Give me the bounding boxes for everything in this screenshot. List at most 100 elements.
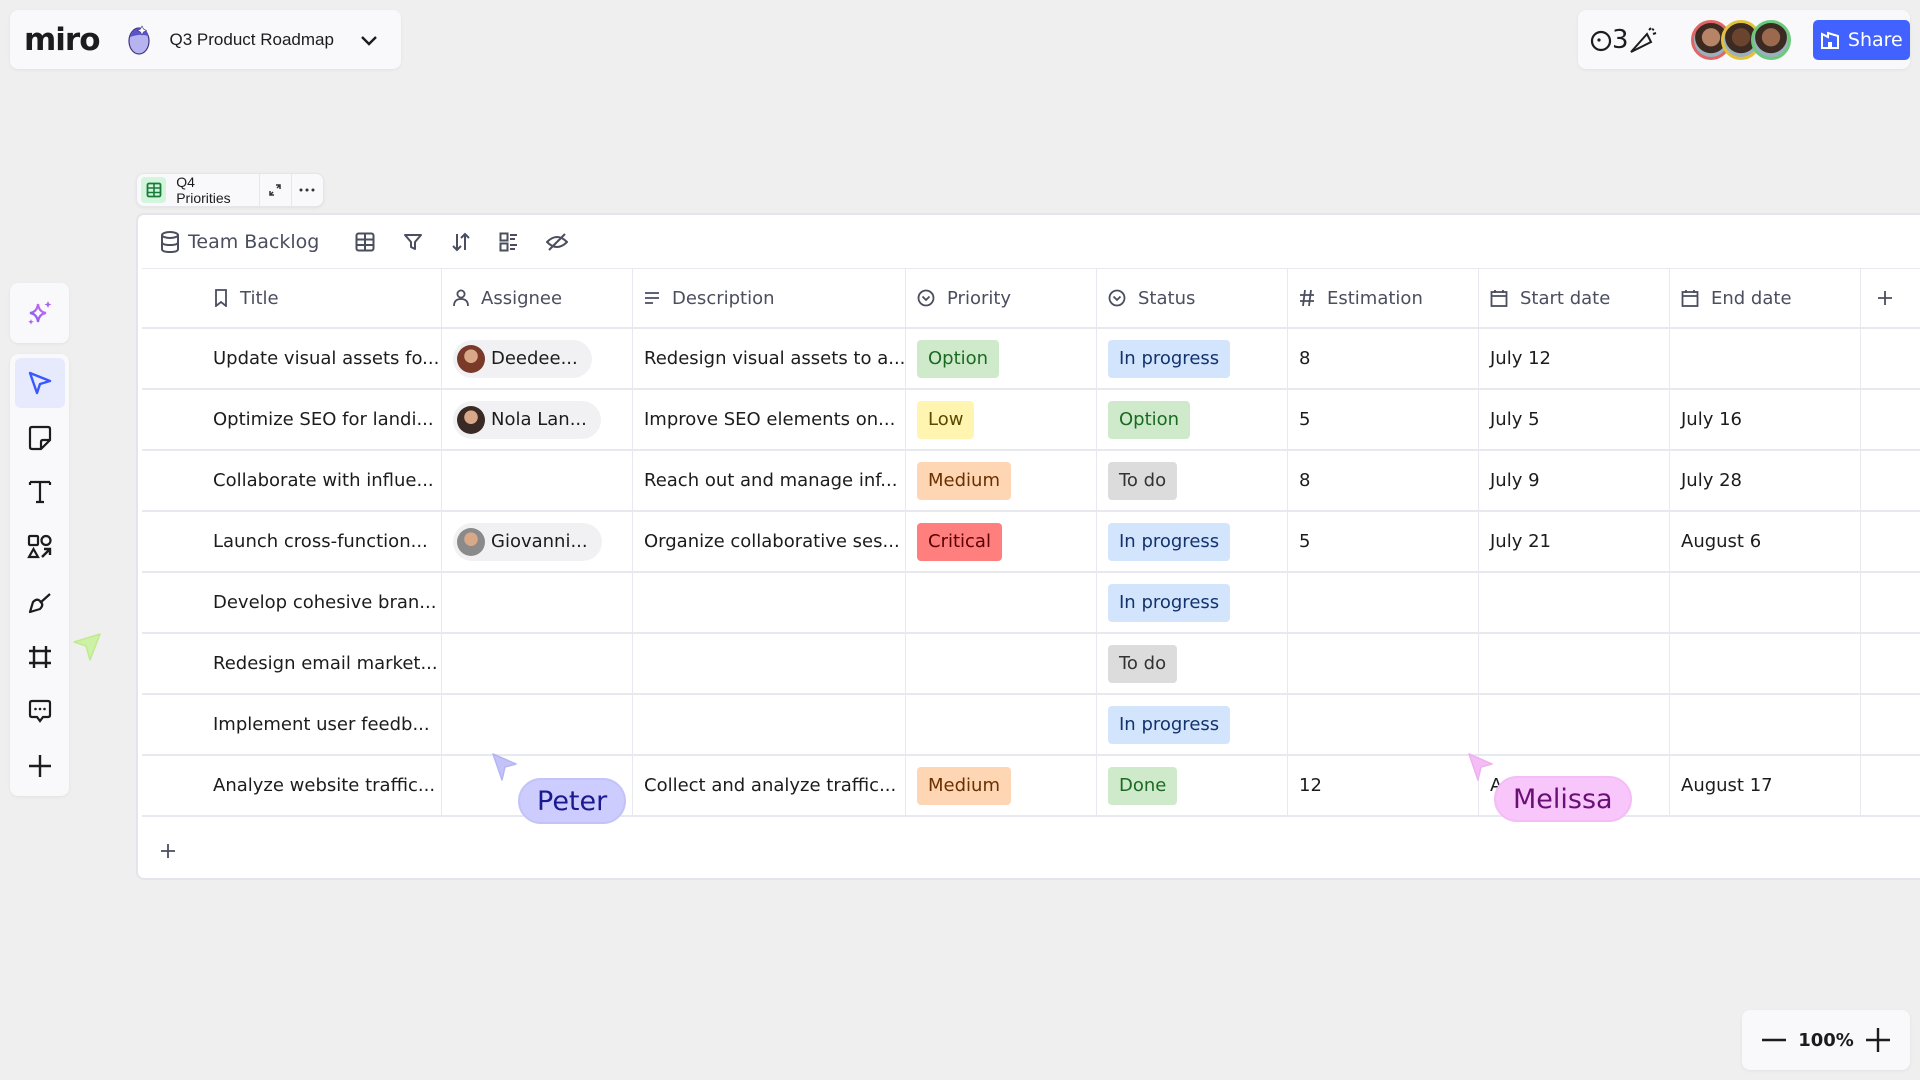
description-cell[interactable]: Organize collaborative ses... [633, 512, 906, 571]
title-cell[interactable]: Launch cross-function... [142, 512, 442, 571]
zoom-in-button[interactable] [1862, 1024, 1894, 1056]
ai-sparkle-icon[interactable] [26, 299, 54, 327]
expand-button[interactable] [260, 174, 291, 206]
zoom-level[interactable]: 100% [1798, 1030, 1854, 1051]
priority-cell[interactable]: Critical [906, 512, 1097, 571]
title-cell[interactable]: Analyze website traffic... [142, 756, 442, 815]
share-button[interactable]: Share [1812, 19, 1910, 60]
assignee-cell[interactable]: Deedee... [442, 329, 633, 388]
end-date-cell[interactable]: August 17 [1670, 756, 1861, 815]
assignee-chip[interactable]: Nola Lan... [453, 400, 601, 439]
column-header-end-date[interactable]: End date [1670, 269, 1861, 327]
start-date-cell[interactable] [1479, 695, 1670, 754]
description-cell[interactable]: Collect and analyze traffic... [633, 756, 906, 815]
description-cell[interactable]: Redesign visual assets to a... [633, 329, 906, 388]
end-date-cell[interactable] [1670, 573, 1861, 632]
avatar[interactable] [1750, 19, 1791, 60]
table-view-button[interactable] [341, 227, 389, 257]
table-row[interactable]: Launch cross-function... Giovanni... Organ… [142, 512, 1920, 573]
estimation-cell[interactable] [1288, 634, 1479, 693]
assignee-cell[interactable] [442, 573, 633, 632]
sort-button[interactable] [437, 227, 485, 257]
start-date-cell[interactable]: July 5 [1479, 390, 1670, 449]
priority-cell[interactable]: Option [906, 329, 1097, 388]
add-row-button[interactable] [160, 838, 176, 866]
priority-cell[interactable]: Medium [906, 756, 1097, 815]
start-date-cell[interactable] [1479, 634, 1670, 693]
description-cell[interactable] [633, 634, 906, 693]
status-cell[interactable]: Done [1097, 756, 1288, 815]
estimation-cell[interactable]: 5 [1288, 390, 1479, 449]
filter-button[interactable] [389, 227, 437, 257]
zoom-out-button[interactable] [1758, 1024, 1790, 1056]
assignee-chip[interactable]: Giovanni... [453, 522, 602, 561]
assignee-cell[interactable] [442, 695, 633, 754]
end-date-cell[interactable]: July 16 [1670, 390, 1861, 449]
table-row[interactable]: Optimize SEO for landi... Nola Lan... Impr… [142, 390, 1920, 451]
estimation-cell[interactable] [1288, 695, 1479, 754]
table-title[interactable]: Team Backlog [188, 231, 319, 253]
description-cell[interactable] [633, 573, 906, 632]
end-date-cell[interactable] [1670, 634, 1861, 693]
priority-cell[interactable] [906, 634, 1097, 693]
assignee-cell[interactable]: Giovanni... [442, 512, 633, 571]
priority-cell[interactable] [906, 573, 1097, 632]
reaction-count[interactable]: 3 [1612, 25, 1629, 55]
start-date-cell[interactable] [1479, 573, 1670, 632]
comment-tool[interactable] [15, 687, 65, 737]
status-cell[interactable]: In progress [1097, 512, 1288, 571]
board-avatar-icon[interactable] [126, 24, 152, 56]
estimation-cell[interactable] [1288, 573, 1479, 632]
column-header-start-date[interactable]: Start date [1479, 269, 1670, 327]
estimation-cell[interactable]: 12 [1288, 756, 1479, 815]
sticky-note-tool[interactable] [15, 413, 65, 463]
miro-logo[interactable]: miro [24, 22, 101, 58]
table-row[interactable]: Implement user feedb... In progress [142, 695, 1920, 756]
table-row[interactable]: Redesign email market... To do [142, 634, 1920, 695]
description-cell[interactable] [633, 695, 906, 754]
column-header-assignee[interactable]: Assignee [442, 269, 633, 327]
title-cell[interactable]: Implement user feedb... [142, 695, 442, 754]
add-column-button[interactable] [1861, 269, 1920, 327]
table-row[interactable]: Develop cohesive bran... In progress [142, 573, 1920, 634]
status-cell[interactable]: To do [1097, 451, 1288, 510]
more-tools-button[interactable] [15, 741, 65, 791]
status-cell[interactable]: To do [1097, 634, 1288, 693]
table-row[interactable]: Collaborate with influe... Reach out and … [142, 451, 1920, 512]
end-date-cell[interactable]: August 6 [1670, 512, 1861, 571]
status-cell[interactable]: In progress [1097, 695, 1288, 754]
column-header-status[interactable]: Status [1097, 269, 1288, 327]
text-tool[interactable] [15, 468, 65, 518]
priority-cell[interactable]: Low [906, 390, 1097, 449]
title-cell[interactable]: Update visual assets fo... [142, 329, 442, 388]
assignee-cell[interactable]: Nola Lan... [442, 390, 633, 449]
title-cell[interactable]: Redesign email market... [142, 634, 442, 693]
title-cell[interactable]: Collaborate with influe... [142, 451, 442, 510]
group-button[interactable] [485, 227, 533, 257]
board-title[interactable]: Q3 Product Roadmap [170, 30, 334, 50]
title-cell[interactable]: Develop cohesive bran... [142, 573, 442, 632]
priority-cell[interactable] [906, 695, 1097, 754]
column-header-priority[interactable]: Priority [906, 269, 1097, 327]
column-header-description[interactable]: Description [633, 269, 906, 327]
hide-fields-button[interactable] [533, 227, 581, 257]
assignee-cell[interactable] [442, 451, 633, 510]
start-date-cell[interactable]: July 12 [1479, 329, 1670, 388]
table-row[interactable]: Analyze website traffic... Collect and an… [142, 756, 1920, 817]
column-header-title[interactable]: Title [142, 269, 442, 327]
timer-icon[interactable] [1590, 27, 1614, 53]
status-cell[interactable]: Option [1097, 390, 1288, 449]
start-date-cell[interactable]: July 21 [1479, 512, 1670, 571]
priority-cell[interactable]: Medium [906, 451, 1097, 510]
table-widget-tab[interactable]: Q4 Priorities [136, 173, 324, 207]
estimation-cell[interactable]: 8 [1288, 329, 1479, 388]
select-tool[interactable] [14, 358, 65, 408]
more-options-button[interactable] [292, 174, 323, 206]
column-header-estimation[interactable]: Estimation [1288, 269, 1479, 327]
end-date-cell[interactable] [1670, 695, 1861, 754]
description-cell[interactable]: Reach out and manage inf... [633, 451, 906, 510]
pen-tool[interactable] [15, 577, 65, 627]
assignee-cell[interactable] [442, 634, 633, 693]
table-row[interactable]: Update visual assets fo... Deedee... Redes… [142, 329, 1920, 390]
celebrate-icon[interactable] [1629, 26, 1657, 54]
